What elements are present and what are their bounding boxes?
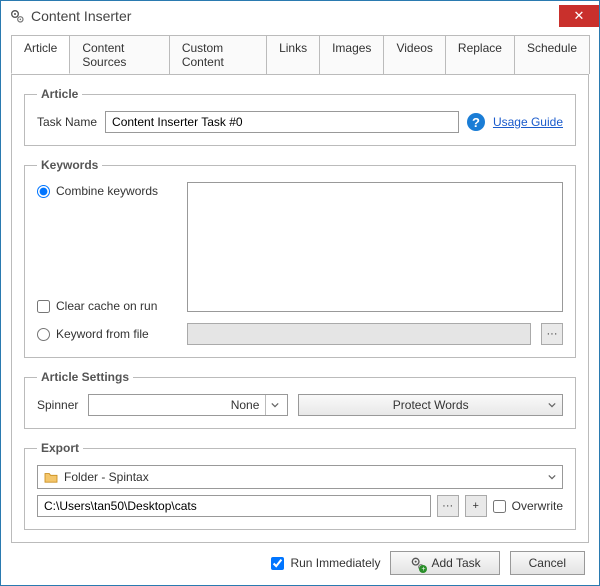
export-group: Export Folder - Spintax ··· + Overwrite	[24, 441, 576, 530]
ellipsis-icon: ···	[547, 328, 558, 340]
titlebar: Content Inserter ✕	[1, 1, 599, 31]
combine-keywords-radio-input[interactable]	[37, 185, 50, 198]
add-task-label: Add Task	[431, 556, 480, 570]
protect-words-label: Protect Words	[393, 398, 469, 412]
article-settings-group: Article Settings Spinner None Protect Wo…	[24, 370, 576, 429]
gears-plus-icon: +	[409, 555, 425, 571]
spinner-select[interactable]: None	[88, 394, 288, 416]
keywords-group: Keywords Combine keywords Clear cache on…	[24, 158, 576, 358]
tab-images[interactable]: Images	[319, 35, 384, 74]
close-icon: ✕	[574, 8, 585, 24]
export-legend: Export	[37, 441, 83, 455]
tab-videos[interactable]: Videos	[383, 35, 445, 74]
tab-replace[interactable]: Replace	[445, 35, 515, 74]
export-type-select[interactable]: Folder - Spintax	[37, 465, 563, 489]
clear-cache-checkbox-input[interactable]	[37, 300, 50, 313]
cancel-button[interactable]: Cancel	[510, 551, 585, 575]
export-path-add-button[interactable]: +	[465, 495, 487, 517]
usage-guide-link[interactable]: Usage Guide	[493, 115, 563, 129]
keyword-file-path-input	[187, 323, 531, 345]
tab-schedule[interactable]: Schedule	[514, 35, 590, 74]
window-title: Content Inserter	[31, 8, 559, 24]
close-button[interactable]: ✕	[559, 5, 599, 27]
cancel-label: Cancel	[529, 556, 566, 570]
folder-icon	[44, 471, 58, 483]
keyword-from-file-radio[interactable]: Keyword from file	[37, 327, 177, 341]
tab-content-sources[interactable]: Content Sources	[69, 35, 169, 74]
export-type-value: Folder - Spintax	[64, 470, 542, 484]
run-immediately-label: Run Immediately	[290, 556, 380, 570]
task-name-input[interactable]	[105, 111, 459, 133]
spinner-label: Spinner	[37, 398, 78, 412]
chevron-down-icon	[548, 398, 556, 412]
plus-icon: +	[472, 500, 478, 512]
article-group: Article Task Name ? Usage Guide	[24, 87, 576, 146]
chevron-down-icon	[548, 470, 556, 484]
gears-icon	[9, 8, 25, 24]
overwrite-checkbox[interactable]: Overwrite	[493, 499, 563, 513]
add-task-button[interactable]: + Add Task	[390, 551, 499, 575]
spinner-value: None	[97, 398, 265, 412]
tab-custom-content[interactable]: Custom Content	[169, 35, 267, 74]
run-immediately-checkbox-input[interactable]	[271, 557, 284, 570]
tab-strip: Article Content Sources Custom Content L…	[1, 31, 599, 75]
run-immediately-checkbox[interactable]: Run Immediately	[271, 556, 380, 570]
article-legend: Article	[37, 87, 82, 101]
keyword-from-file-radio-input[interactable]	[37, 328, 50, 341]
clear-cache-checkbox[interactable]: Clear cache on run	[37, 299, 177, 313]
keywords-legend: Keywords	[37, 158, 102, 172]
protect-words-button[interactable]: Protect Words	[298, 394, 563, 416]
keywords-textarea[interactable]	[187, 182, 563, 312]
overwrite-label: Overwrite	[512, 499, 563, 513]
help-icon[interactable]: ?	[467, 113, 485, 131]
overwrite-checkbox-input[interactable]	[493, 500, 506, 513]
combine-keywords-label: Combine keywords	[56, 184, 158, 198]
tab-content: Article Task Name ? Usage Guide Keywords…	[11, 74, 589, 543]
export-path-browse-button[interactable]: ···	[437, 495, 459, 517]
footer: Run Immediately + Add Task Cancel	[1, 543, 599, 585]
keyword-file-browse-button[interactable]: ···	[541, 323, 563, 345]
task-name-label: Task Name	[37, 115, 97, 129]
clear-cache-label: Clear cache on run	[56, 299, 157, 313]
window: Content Inserter ✕ Article Content Sourc…	[0, 0, 600, 586]
chevron-down-icon	[265, 395, 283, 415]
tab-links[interactable]: Links	[266, 35, 320, 74]
article-settings-legend: Article Settings	[37, 370, 133, 384]
tab-article[interactable]: Article	[11, 35, 70, 74]
combine-keywords-radio[interactable]: Combine keywords	[37, 184, 177, 198]
keyword-from-file-label: Keyword from file	[56, 327, 149, 341]
ellipsis-icon: ···	[442, 500, 453, 512]
export-path-input[interactable]	[37, 495, 431, 517]
